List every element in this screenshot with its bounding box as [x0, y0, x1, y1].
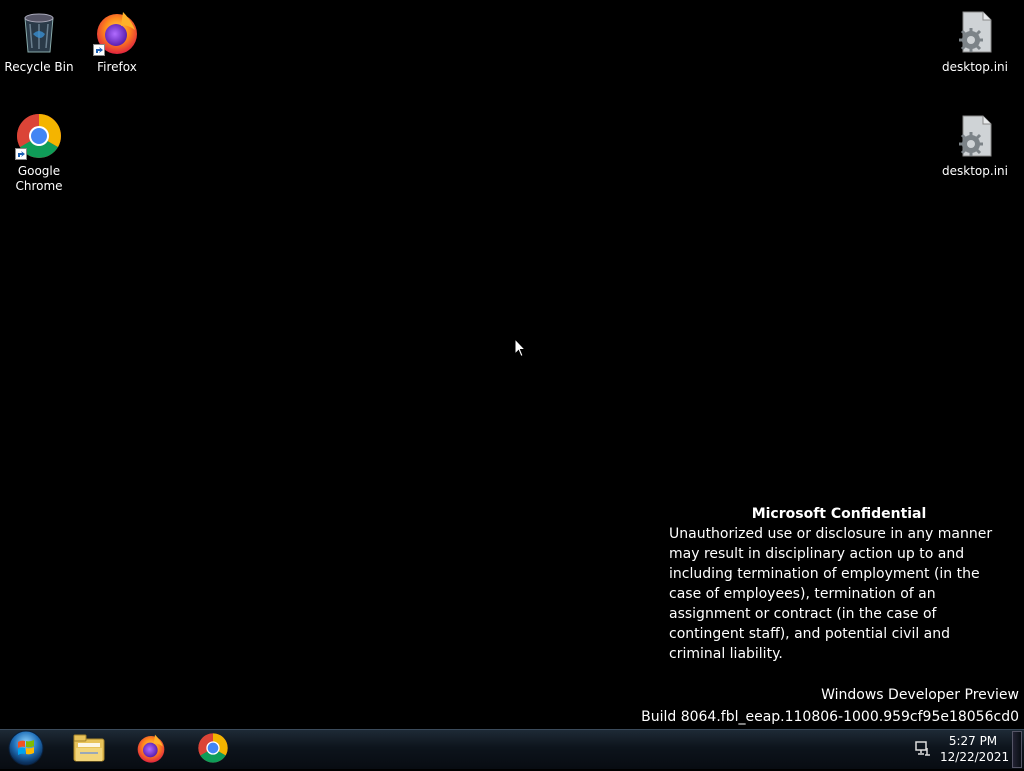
confidential-body: Unauthorized use or disclosure in any ma…: [669, 526, 993, 662]
build-watermark: Windows Developer Preview Build 8064.fbl…: [641, 684, 1019, 728]
chrome-icon: [197, 732, 229, 768]
desktop-icon-google-chrome[interactable]: Google Chrome: [1, 112, 77, 194]
taskbar-chrome[interactable]: [187, 732, 239, 768]
taskbar-firefox[interactable]: [125, 732, 177, 768]
file-explorer-icon: [72, 733, 106, 767]
windows-start-orb-icon: [7, 729, 45, 771]
taskbar: 5:27 PM 12/22/2021: [0, 729, 1024, 769]
settings-file-icon: [951, 8, 999, 56]
product-name: Windows Developer Preview: [821, 687, 1019, 703]
desktop-icon-label: Firefox: [97, 60, 137, 74]
confidential-title: Microsoft Confidential: [751, 506, 927, 522]
desktop-icon-desktop-ini-1[interactable]: desktop.ini: [937, 8, 1013, 75]
taskbar-clock[interactable]: 5:27 PM 12/22/2021: [940, 733, 1010, 765]
mouse-cursor-icon: [514, 337, 527, 362]
desktop-icon-label: Google Chrome: [15, 164, 63, 193]
desktop-icon-desktop-ini-2[interactable]: desktop.ini: [937, 112, 1013, 179]
shortcut-arrow-icon: [15, 148, 27, 160]
clock-time: 5:27 PM: [948, 734, 998, 748]
recycle-bin-icon: [15, 8, 63, 56]
start-button[interactable]: [4, 730, 48, 769]
network-icon[interactable]: [914, 740, 932, 762]
clock-date: 12/22/2021: [940, 750, 1010, 764]
settings-file-icon: [951, 112, 999, 160]
desktop-icon-recycle-bin[interactable]: Recycle Bin: [1, 8, 77, 75]
chrome-icon: [15, 112, 63, 160]
firefox-icon: [93, 8, 141, 56]
shortcut-arrow-icon: [93, 44, 105, 56]
confidential-notice: Microsoft Confidential Unauthorized use …: [669, 504, 1009, 664]
desktop-icon-firefox[interactable]: Firefox: [79, 8, 155, 75]
desktop-icon-label: desktop.ini: [942, 60, 1008, 74]
taskbar-file-explorer[interactable]: [63, 732, 115, 768]
build-string: Build 8064.fbl_eeap.110806-1000.959cf95e…: [641, 709, 1019, 725]
desktop-icon-label: Recycle Bin: [4, 60, 74, 74]
firefox-icon: [135, 732, 167, 768]
show-desktop-button[interactable]: [1012, 731, 1022, 768]
desktop-icon-label: desktop.ini: [942, 164, 1008, 178]
